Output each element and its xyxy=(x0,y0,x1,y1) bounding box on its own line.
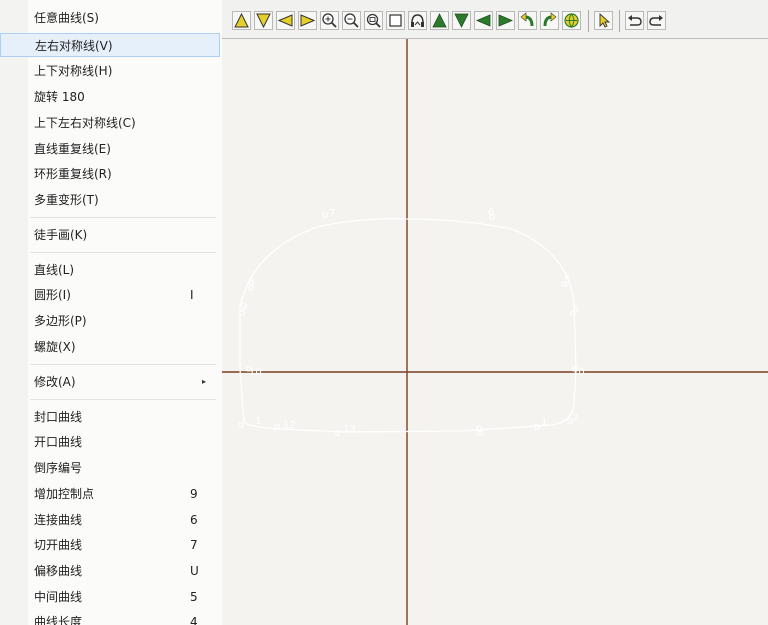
drawing-canvas[interactable]: 7 6 8 5 9 5 10 10 1 12 13 0 1 2 xyxy=(222,39,768,625)
menu-item-label: 修改(A) xyxy=(34,375,76,389)
menu-item-line[interactable]: 直线(L) xyxy=(0,258,220,282)
control-point[interactable] xyxy=(238,422,244,428)
closed-curve[interactable] xyxy=(239,218,577,433)
rotate-left-icon[interactable] xyxy=(518,11,537,30)
toolbar-separator xyxy=(588,10,589,32)
menu-item-label: 螺旋(X) xyxy=(34,340,76,354)
menu-item-label: 徒手画(K) xyxy=(34,228,88,242)
menu-item-label: 环形重复线(R) xyxy=(34,167,112,181)
menu-item-label: 偏移曲线 xyxy=(34,564,83,578)
menu-item-add-control-point[interactable]: 增加控制点 9 xyxy=(0,482,220,506)
zoom-in-icon[interactable] xyxy=(320,11,339,30)
menu-item-shortcut: I xyxy=(190,288,194,302)
menu-separator xyxy=(30,364,216,365)
zoom-fit-icon[interactable] xyxy=(364,11,383,30)
menu-item-ring-repeat[interactable]: 环形重复线(R) xyxy=(0,162,220,186)
menu-item-label: 切开曲线 xyxy=(34,538,83,552)
menu-item-label: 圆形(I) xyxy=(34,288,71,302)
menu-separator xyxy=(30,217,216,218)
menu-item-shortcut: U xyxy=(190,564,199,578)
point-label: 10 xyxy=(249,367,262,378)
menu-item-label: 封口曲线 xyxy=(34,410,83,424)
menu-item-label: 曲线长度 xyxy=(34,615,83,625)
menu-item-label: 旋转 180 xyxy=(34,90,85,104)
globe-icon[interactable] xyxy=(562,11,581,30)
menu-item-polygon[interactable]: 多边形(P) xyxy=(0,309,220,333)
arrow-right-icon[interactable] xyxy=(496,11,515,30)
menu-item-four-way-symmetry[interactable]: 上下左右对称线(C) xyxy=(0,111,220,135)
menu-item-cut-curve[interactable]: 切开曲线 7 xyxy=(0,533,220,557)
triangle-up-icon[interactable] xyxy=(232,11,251,30)
menu-item-label: 增加控制点 xyxy=(34,487,95,501)
menu-item-freeform-curve[interactable]: 任意曲线(S) xyxy=(0,6,220,30)
pointer-icon[interactable] xyxy=(594,11,613,30)
point-label: 9 xyxy=(241,302,247,313)
toolbar-separator xyxy=(619,10,620,32)
point-label: 5 xyxy=(573,304,579,315)
point-label: 2 xyxy=(572,413,578,424)
menu-item-left-right-symmetry[interactable]: 左右对称线(V) xyxy=(0,33,220,57)
point-label: 1 xyxy=(541,417,547,428)
control-point[interactable] xyxy=(322,212,328,218)
headphones-icon[interactable] xyxy=(408,11,427,30)
menu-item-multi-transform[interactable]: 多重变形(T) xyxy=(0,188,220,212)
menu-item-middle-curve[interactable]: 中间曲线 5 xyxy=(0,585,220,609)
point-label: 10 xyxy=(572,367,585,378)
triangle-down-icon[interactable] xyxy=(254,11,273,30)
menu-item-reverse-numbering[interactable]: 倒序编号 xyxy=(0,456,220,480)
menu-separator xyxy=(30,399,216,400)
point-label: 8 xyxy=(248,277,254,288)
menu-item-curve-length[interactable]: 曲线长度 4 xyxy=(0,610,220,625)
menu-item-shortcut: 6 xyxy=(190,513,198,527)
menu-item-spiral[interactable]: 螺旋(X) xyxy=(0,335,220,359)
menu-separator xyxy=(30,252,216,253)
menu-item-label: 直线(L) xyxy=(34,263,75,277)
menu-item-label: 左右对称线(V) xyxy=(35,39,113,53)
menu-item-linear-repeat[interactable]: 直线重复线(E) xyxy=(0,137,220,161)
triangle-left-icon[interactable] xyxy=(276,11,295,30)
menu-item-close-curve[interactable]: 封口曲线 xyxy=(0,405,220,429)
point-label: 0 xyxy=(476,424,482,435)
toolbar xyxy=(222,0,768,39)
menu-item-offset-curve[interactable]: 偏移曲线 U xyxy=(0,559,220,583)
menu-item-freehand[interactable]: 徒手画(K) xyxy=(0,223,220,247)
menu-item-label: 直线重复线(E) xyxy=(34,142,111,156)
menu-item-label: 倒序编号 xyxy=(34,461,83,475)
menu-item-label: 上下左右对称线(C) xyxy=(34,116,136,130)
redo-icon[interactable] xyxy=(647,11,666,30)
rectangle-icon[interactable] xyxy=(386,11,405,30)
point-label: 7 xyxy=(329,208,335,219)
menu-item-shortcut: 9 xyxy=(190,487,198,501)
menu-item-label: 开口曲线 xyxy=(34,435,83,449)
menu-item-shortcut: 7 xyxy=(190,538,198,552)
menu-item-label: 任意曲线(S) xyxy=(34,11,99,25)
arrow-up-icon[interactable] xyxy=(430,11,449,30)
menu-item-label: 上下对称线(H) xyxy=(34,64,113,78)
triangle-right-icon[interactable] xyxy=(298,11,317,30)
menu-item-join-curves[interactable]: 连接曲线 6 xyxy=(0,508,220,532)
rotate-right-icon[interactable] xyxy=(540,11,559,30)
point-label: 1 xyxy=(255,416,261,427)
menu-item-shortcut: 5 xyxy=(190,590,198,604)
context-menu: 任意曲线(S) 左右对称线(V) 上下对称线(H) 旋转 180 上下左右对称线… xyxy=(0,0,223,625)
menu-item-shortcut: 4 xyxy=(190,615,198,625)
menu-item-label: 中间曲线 xyxy=(34,590,83,604)
point-label: 5 xyxy=(564,275,570,286)
menu-item-circle[interactable]: 圆形(I) I xyxy=(0,283,220,307)
point-label: 13 xyxy=(343,424,356,435)
zoom-out-icon[interactable] xyxy=(342,11,361,30)
menu-item-open-curve[interactable]: 开口曲线 xyxy=(0,430,220,454)
arrow-down-icon[interactable] xyxy=(452,11,471,30)
undo-icon[interactable] xyxy=(625,11,644,30)
menu-item-label: 连接曲线 xyxy=(34,513,83,527)
menu-item-label: 多重变形(T) xyxy=(34,193,99,207)
arrow-left-icon[interactable] xyxy=(474,11,493,30)
point-label: 6 xyxy=(488,207,494,218)
menu-item-top-bottom-symmetry[interactable]: 上下对称线(H) xyxy=(0,59,220,83)
menu-item-modify[interactable]: 修改(A) ▸ xyxy=(0,370,220,394)
menu-item-rotate-180[interactable]: 旋转 180 xyxy=(0,85,220,109)
menu-item-label: 多边形(P) xyxy=(34,314,87,328)
submenu-arrow-icon: ▸ xyxy=(202,377,207,386)
point-label: 12 xyxy=(283,420,296,431)
